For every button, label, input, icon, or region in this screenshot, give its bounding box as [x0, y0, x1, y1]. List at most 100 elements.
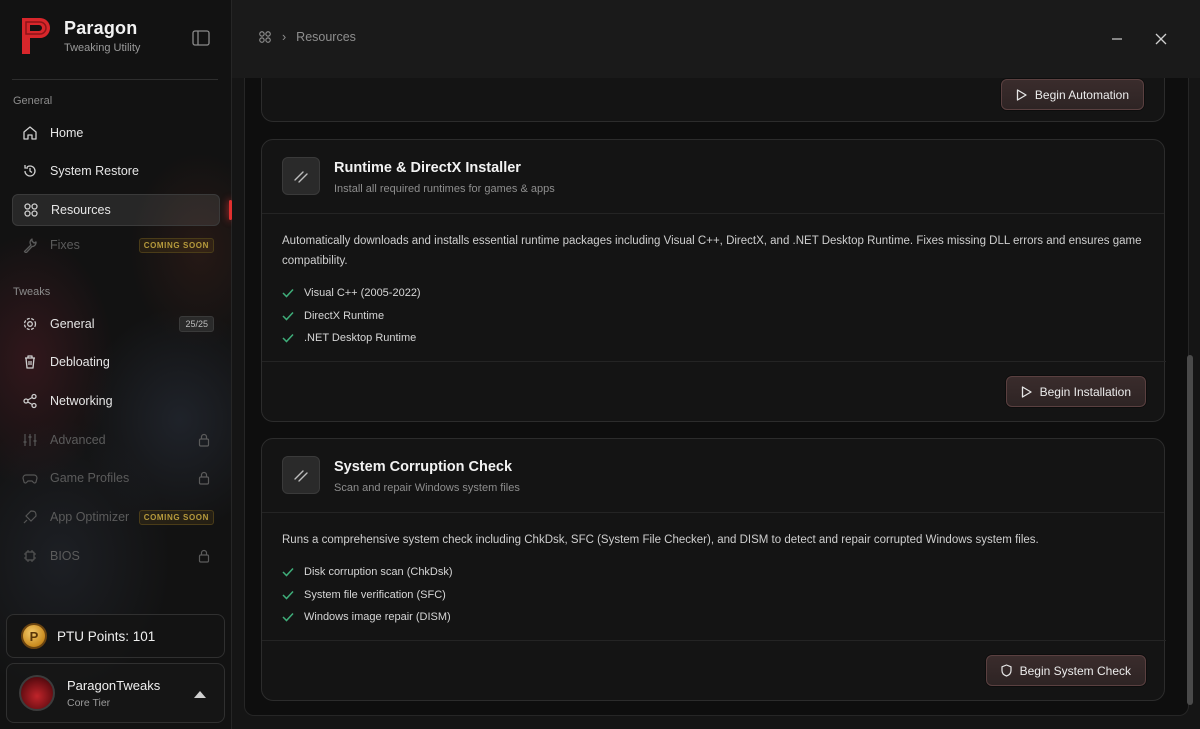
scrollbar-thumb[interactable] — [1187, 355, 1193, 705]
check-icon — [282, 289, 294, 298]
brand-name: Paragon — [64, 18, 138, 38]
sidebar-item-advanced: Advanced — [12, 424, 220, 456]
brand-subtitle: Tweaking Utility — [64, 42, 141, 54]
avatar — [19, 675, 55, 711]
restore-icon — [22, 163, 38, 179]
breadcrumb-separator-icon: › — [282, 30, 287, 44]
list-item: DirectX Runtime — [282, 305, 421, 328]
runtime-directx-card: Runtime & DirectX Installer Install all … — [261, 139, 1166, 422]
gamepad-icon — [22, 470, 38, 486]
begin-system-check-button[interactable]: Begin System Check — [985, 655, 1146, 686]
system-corruption-card: System Corruption Check Scan and repair … — [261, 438, 1166, 701]
list-item: .NET Desktop Runtime — [282, 327, 421, 350]
button-label: Begin Installation — [1039, 384, 1131, 399]
list-item-label: Visual C++ (2005-2022) — [304, 287, 421, 300]
title-bar: › Resources — [232, 0, 1200, 78]
sidebar-item-bios: BIOS — [12, 540, 220, 572]
begin-automation-button[interactable]: Begin Automation — [1000, 79, 1144, 110]
list-item-label: Disk corruption scan (ChkDsk) — [304, 566, 453, 579]
check-icon — [282, 613, 294, 622]
list-item: Windows image repair (DISM) — [282, 606, 453, 629]
breadcrumb-current: Resources — [296, 30, 356, 44]
check-icon — [282, 334, 294, 343]
scrollbar[interactable] — [1186, 200, 1194, 716]
card-title: System Corruption Check — [334, 459, 513, 475]
brand: Paragon Tweaking Utility — [18, 16, 140, 56]
card-description: Automatically downloads and installs ess… — [282, 235, 1142, 267]
list-item-label: .NET Desktop Runtime — [304, 332, 417, 345]
list-item-label: Windows image repair (DISM) — [304, 611, 451, 624]
user-tier: Core Tier — [67, 696, 111, 709]
sidebar-item-resources[interactable]: Resources — [12, 194, 220, 226]
breadcrumb: › Resources — [258, 30, 356, 44]
divider — [12, 79, 218, 80]
paragon-logo-icon — [22, 18, 50, 54]
sidebar-toggle-icon[interactable] — [192, 30, 210, 46]
sidebar-item-label: Networking — [50, 394, 113, 408]
sidebar-item-fixes: Fixes COMING SOON — [12, 229, 220, 261]
card-subtitle: Install all required runtimes for games … — [334, 183, 555, 195]
check-icon — [282, 590, 294, 600]
section-label-general: General — [13, 95, 53, 107]
begin-installation-button[interactable]: Begin Installation — [1005, 376, 1146, 407]
card-subtitle: Scan and repair Windows system files — [334, 482, 520, 494]
card-header: System Corruption Check Scan and repair … — [262, 439, 1164, 513]
slash-icon — [282, 157, 320, 195]
close-icon — [1155, 33, 1167, 45]
sidebar-item-label: Resources — [51, 203, 111, 217]
share-icon — [22, 393, 38, 409]
minimize-icon — [1112, 38, 1122, 40]
sidebar-item-home[interactable]: Home — [12, 117, 220, 149]
slash-icon — [282, 456, 320, 494]
button-label: Begin Automation — [1034, 87, 1129, 102]
sidebar-item-general[interactable]: General 25/25 — [12, 308, 220, 340]
sidebar-item-system-restore[interactable]: System Restore — [12, 155, 220, 187]
lock-icon — [198, 549, 210, 563]
section-label-tweaks: Tweaks — [13, 286, 51, 298]
list-item: Visual C++ (2005-2022) — [282, 282, 421, 305]
sidebar-item-app-optimizer: App Optimizer COMING SOON — [12, 501, 220, 533]
caret-up-icon[interactable] — [194, 691, 206, 698]
card-footer: Begin System Check — [262, 640, 1166, 701]
grid-icon — [259, 31, 271, 43]
sidebar-item-label: Debloating — [50, 355, 110, 369]
resources-content: Begin Automation Runtime & DirectX Insta… — [244, 78, 1189, 716]
list-item-label: DirectX Runtime — [304, 309, 385, 322]
sliders-icon — [22, 432, 38, 448]
sidebar-item-networking[interactable]: Networking — [12, 385, 220, 417]
gear-icon — [22, 316, 38, 332]
tweak-count-badge: 25/25 — [179, 316, 214, 332]
play-icon — [1016, 88, 1027, 101]
coming-soon-badge: COMING SOON — [138, 238, 214, 253]
shield-icon — [1001, 664, 1012, 677]
coin-icon: P — [21, 623, 47, 649]
sidebar: Paragon Tweaking Utility General Home Sy… — [0, 0, 232, 729]
sidebar-item-label: Home — [50, 126, 84, 140]
rocket-icon — [22, 509, 38, 525]
sidebar-item-label: BIOS — [50, 549, 80, 563]
list-item: Disk corruption scan (ChkDsk) — [282, 561, 453, 584]
lock-icon — [198, 471, 210, 485]
card-footer: Begin Installation — [262, 361, 1166, 422]
ptu-points-card[interactable]: P PTU Points: 101 — [6, 614, 225, 658]
coming-soon-badge: COMING SOON — [138, 510, 214, 525]
user-profile-card[interactable]: ParagonTweaks Core Tier — [6, 663, 225, 723]
minimize-button[interactable] — [1106, 28, 1128, 50]
feature-list: Disk corruption scan (ChkDsk) System fil… — [282, 561, 453, 629]
main-panel: › Resources Begin Automation Runtime & D… — [232, 0, 1200, 729]
list-item-label: System file verification (SFC) — [304, 588, 446, 601]
check-icon — [282, 568, 294, 577]
app-window: Paragon Tweaking Utility General Home Sy… — [0, 0, 1200, 729]
sidebar-item-debloating[interactable]: Debloating — [12, 346, 220, 378]
card-description: Runs a comprehensive system check includ… — [282, 534, 1039, 546]
close-button[interactable] — [1150, 28, 1172, 50]
chip-icon — [22, 548, 38, 564]
check-icon — [282, 311, 294, 321]
button-label: Begin System Check — [1019, 663, 1131, 678]
trash-icon — [22, 354, 38, 370]
ptu-points-label: PTU Points: 101 — [57, 628, 156, 644]
home-icon — [22, 125, 38, 141]
wrench-icon — [22, 237, 38, 253]
list-item: System file verification (SFC) — [282, 584, 453, 607]
lock-icon — [198, 433, 210, 447]
